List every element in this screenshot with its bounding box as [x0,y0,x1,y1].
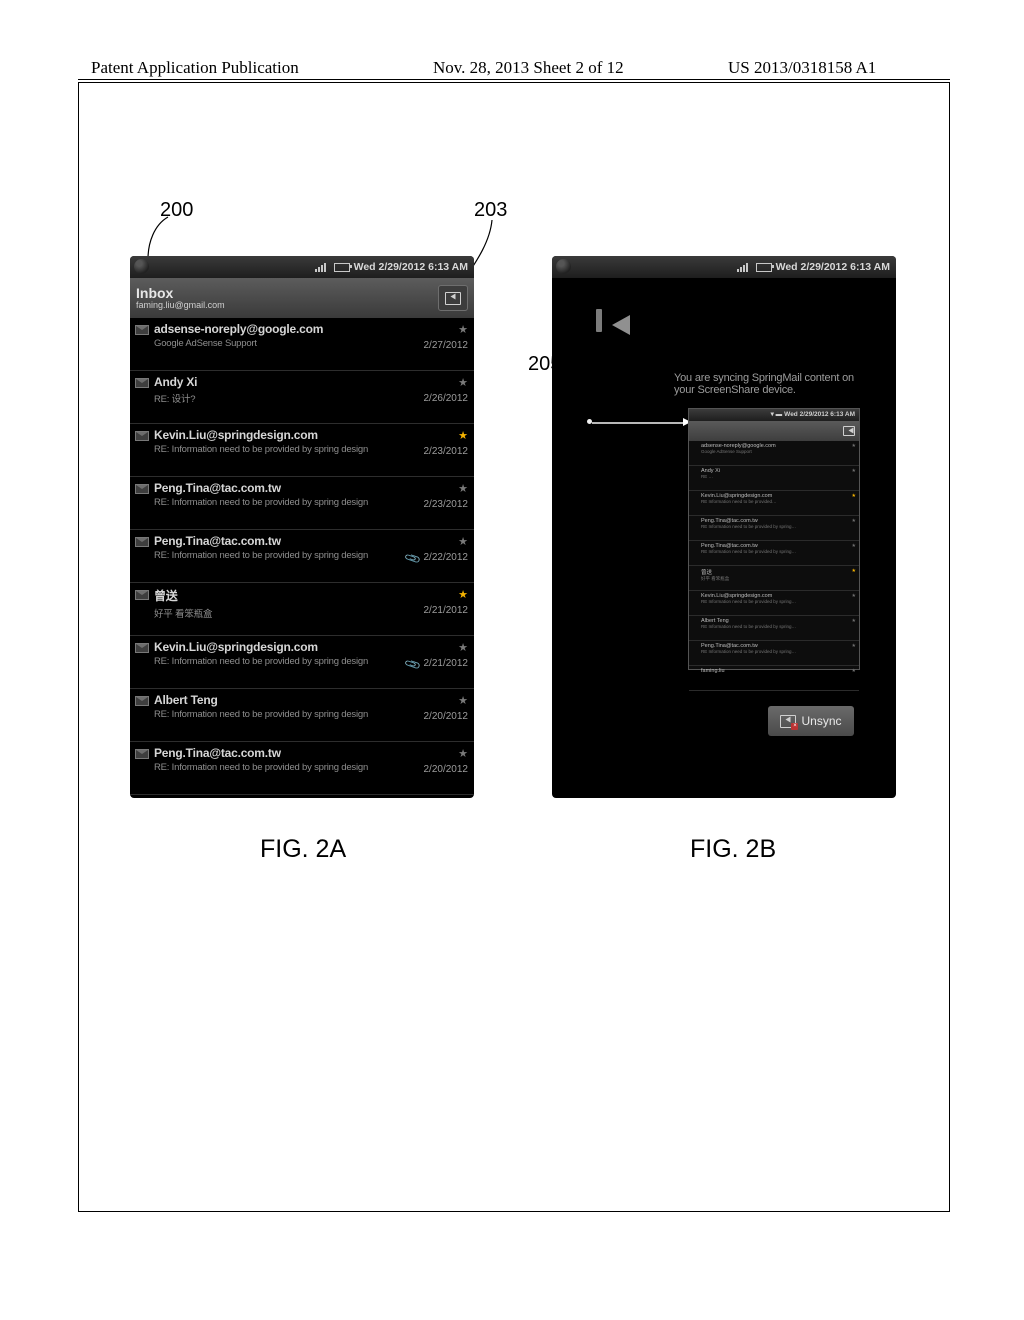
email-date: 2/21/2012 [424,658,469,669]
email-list[interactable]: adsense-noreply@google.com Google AdSense… [130,318,474,798]
email-subject: RE: Information need to be provided by s… [154,444,468,455]
email-sender: adsense-noreply@google.com [154,322,468,336]
email-row[interactable]: 曾送好平 看笨瓶盒2/21/2012 ★ [130,583,474,636]
status-bar: Wed 2/29/2012 6:13 AM [130,256,474,278]
envelope-icon [135,749,149,759]
email-sender: Albert Teng [154,693,468,707]
mini-email-row: Peng.Tina@tac.com.twRE Information need … [689,516,859,541]
email-row[interactable]: Peng.Tina@tac.com.tw RE: Information need… [130,477,474,530]
email-date: 2/27/2012 [424,340,469,351]
email-subject: Google AdSense Support [154,338,468,349]
header-right: US 2013/0318158 A1 [728,58,876,78]
screenshot-fig-2a: Wed 2/29/2012 6:13 AM Inbox faming.liu@g… [130,256,474,798]
inbox-header: Inbox faming.liu@gmail.com [130,278,474,318]
star-icon[interactable]: ★ [458,535,468,548]
email-row[interactable]: adsense-noreply@google.com Google AdSense… [130,318,474,371]
signal-icon [315,263,326,272]
star-icon[interactable]: ★ [458,482,468,495]
status-bar: Wed 2/29/2012 6:13 AM [552,256,896,278]
mini-screenshot: ▾ ▬Wed 2/29/2012 6:13 AM adsense-noreply… [688,408,860,670]
app-icon [134,259,149,274]
envelope-icon [135,696,149,706]
status-clock: Wed 2/29/2012 6:13 AM [354,261,468,273]
mini-email-row: Kevin.Liu@springdesign.comRE Information… [689,491,859,516]
envelope-icon [135,378,149,388]
screenshot-fig-2b: Wed 2/29/2012 6:13 AM You are syncing Sp… [552,256,896,798]
mini-email-row: Albert TengRE Information need to be pro… [689,616,859,641]
email-subject: RE: Information need to be provided by s… [154,709,468,720]
mini-email-row: 曾送好平 看笨瓶盒★ [689,566,859,591]
email-date: 2/20/2012 [424,711,469,722]
star-icon[interactable]: ★ [458,694,468,707]
email-row[interactable]: Peng.Tina@tac.com.twRE: Information need… [130,530,474,583]
header-rule [78,79,950,80]
unsync-label: Unsync [801,714,841,728]
email-row[interactable]: Albert Teng RE: Information need to be pr… [130,689,474,742]
sync-icon [445,292,461,305]
envelope-icon [135,590,149,600]
inbox-account: faming.liu@gmail.com [136,300,225,310]
email-row[interactable]: Andy Xi RE: 设计?2/26/2012 ★ [130,371,474,424]
email-subject: 好平 看笨瓶盒 [154,606,468,620]
email-sender: Kevin.Liu@springdesign.com [154,640,468,654]
sync-message: You are syncing SpringMail content on yo… [674,372,872,396]
email-sender: Peng.Tina@tac.com.tw [154,534,468,548]
email-row[interactable]: faming.liu★ [130,795,474,798]
email-date: 2/21/2012 [424,605,469,616]
mini-email-row: Peng.Tina@tac.com.twRE Information need … [689,541,859,566]
envelope-icon [135,643,149,653]
envelope-icon [135,325,149,335]
envelope-icon [135,537,149,547]
sync-icon [596,309,602,332]
mini-status-bar: ▾ ▬Wed 2/29/2012 6:13 AM [689,409,859,421]
battery-icon [756,263,772,272]
email-date: 2/23/2012 [424,499,469,510]
star-icon[interactable]: ★ [458,323,468,336]
figure-caption-2a: FIG. 2A [260,835,346,864]
unsync-button[interactable]: × Unsync [768,706,854,736]
envelope-icon [135,431,149,441]
big-sync-icon-wrap [596,312,602,330]
star-icon[interactable]: ★ [458,588,468,601]
email-sender: 曾送 [154,587,468,604]
email-date: 2/23/2012 [424,446,469,457]
battery-icon [334,263,350,272]
inbox-title: Inbox [136,286,225,300]
mini-email-row: faming.liu★ [689,666,859,691]
email-row[interactable]: Kevin.Liu@springdesign.com RE: Informatio… [130,424,474,477]
figure-caption-2b: FIG. 2B [690,835,776,864]
envelope-icon [135,484,149,494]
email-sender: Andy Xi [154,375,468,389]
app-icon [556,259,571,274]
sync-button[interactable] [438,285,468,311]
email-subject: RE: 设计? [154,391,468,405]
star-icon[interactable]: ★ [458,641,468,654]
star-icon[interactable]: ★ [458,429,468,442]
email-subject: RE: Information need to be provided by s… [154,497,468,508]
mini-email-row: adsense-noreply@google.comGoogle AdSense… [689,441,859,466]
mini-email-list: adsense-noreply@google.comGoogle AdSense… [689,441,859,691]
mini-email-row: Andy XiRE …★ [689,466,859,491]
unsync-icon: × [780,715,796,728]
email-row[interactable]: Peng.Tina@tac.com.tw RE: Information need… [130,742,474,795]
sync-icon [843,426,855,436]
email-date: 2/20/2012 [424,764,469,775]
email-row[interactable]: Kevin.Liu@springdesign.comRE: Informatio… [130,636,474,689]
star-icon[interactable]: ★ [458,747,468,760]
email-date: 2/26/2012 [424,393,469,404]
email-date: 2/22/2012 [424,552,469,563]
mini-email-row: Peng.Tina@tac.com.twRE Information need … [689,641,859,666]
signal-icon [737,263,748,272]
email-sender: Peng.Tina@tac.com.tw [154,746,468,760]
mini-inbox-header [689,421,859,441]
email-sender: Kevin.Liu@springdesign.com [154,428,468,442]
email-subject: RE: Information need to be provided by s… [154,762,468,773]
email-sender: Peng.Tina@tac.com.tw [154,481,468,495]
status-clock: Wed 2/29/2012 6:13 AM [776,261,890,273]
header-mid: Nov. 28, 2013 Sheet 2 of 12 [433,58,624,78]
leader-dot [587,419,592,424]
mini-email-row: Kevin.Liu@springdesign.comRE Information… [689,591,859,616]
star-icon[interactable]: ★ [458,376,468,389]
header-left: Patent Application Publication [91,58,299,78]
